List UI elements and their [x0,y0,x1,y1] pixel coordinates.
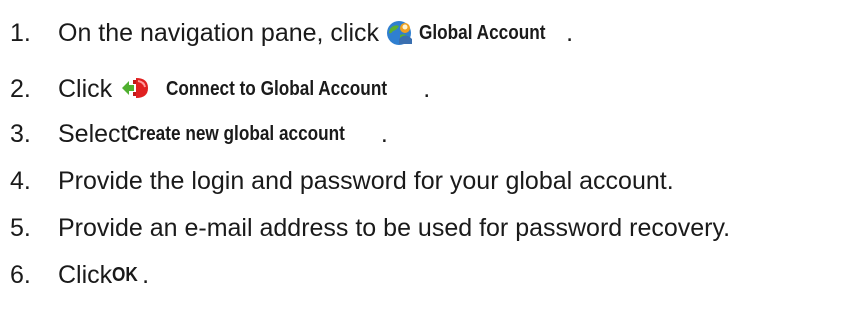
step-suffix: . [423,74,431,103]
step-suffix: . [566,18,574,47]
step-number: 4. [10,166,31,195]
step-1: 1. On the navigation pane, click Global … [10,16,573,50]
step-text: Click [58,74,113,103]
create-new-global-account-label: Create new global account [127,122,346,145]
step-text: Provide the login and password for your … [58,166,674,195]
step-number: 3. [10,119,31,148]
step-text: Provide an e-mail address to be used for… [58,213,731,242]
step-5: 5. Provide an e-mail address to be used … [10,211,730,245]
step-6: 6. Click OK . [10,258,149,292]
step-4: 4. Provide the login and password for yo… [10,164,674,198]
connect-to-global-account-label: Connect to Global Account [166,77,388,100]
step-number: 1. [10,18,31,47]
step-suffix: . [142,260,150,289]
step-number: 5. [10,213,31,242]
step-suffix: . [380,119,388,148]
global-account-icon [385,19,415,47]
ok-label: OK [112,263,138,286]
step-text: On the navigation pane, click [58,18,380,47]
step-number: 6. [10,260,31,289]
step-3: 3. Select Create new global account . [10,117,388,151]
step-text: Select [58,119,128,148]
step-2: 2. Click Connect to Global Account . [10,72,430,106]
step-text: Click [58,260,113,289]
global-account-label: Global Account [419,21,546,44]
connect-to-global-account-icon [118,74,152,104]
step-number: 2. [10,74,31,103]
